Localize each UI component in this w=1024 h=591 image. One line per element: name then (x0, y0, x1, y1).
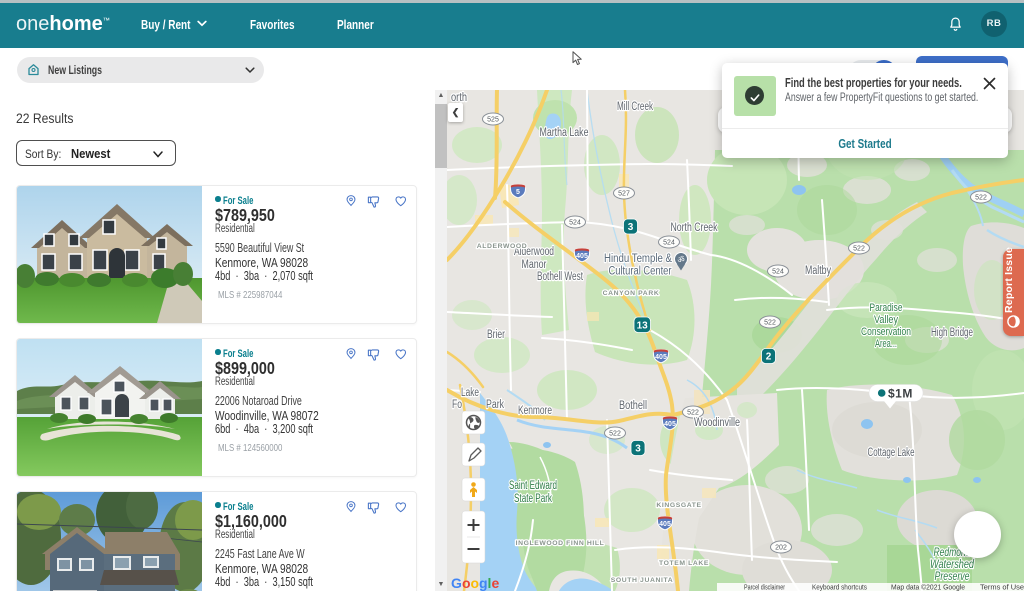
svg-text:Keyboard shortcuts: Keyboard shortcuts (812, 585, 867, 591)
svg-text:Valley: Valley (874, 314, 898, 326)
svg-text:TOTEM LAKE: TOTEM LAKE (659, 560, 709, 567)
svg-text:Hindu Temple &: Hindu Temple & (604, 253, 672, 265)
svg-text:Fo: Fo (452, 399, 462, 411)
svg-text:Cultural Center: Cultural Center (609, 266, 672, 278)
svg-text:Watershed: Watershed (930, 559, 974, 571)
svg-text:Bothell: Bothell (619, 400, 647, 412)
svg-text:Park: Park (486, 399, 504, 411)
svg-text:North Creek: North Creek (671, 222, 718, 234)
svg-text:524: 524 (772, 269, 784, 276)
svg-text:525: 525 (487, 117, 499, 124)
svg-text:Paradise: Paradise (870, 302, 903, 314)
svg-text:Woodinville: Woodinville (694, 417, 740, 429)
svg-text:Maltby: Maltby (805, 265, 831, 277)
svg-text:Mill Creek: Mill Creek (617, 101, 653, 113)
svg-text:KINGSGATE: KINGSGATE (656, 502, 701, 509)
svg-text:524: 524 (569, 220, 581, 227)
svg-text:3: 3 (635, 444, 641, 455)
svg-text:ॐ: ॐ (677, 256, 684, 265)
svg-text:Terms of Use: Terms of Use (980, 585, 1024, 591)
svg-text:Parcel disclaimer: Parcel disclaimer (744, 585, 786, 591)
svg-text:Bothell West: Bothell West (537, 271, 584, 283)
svg-text:522: 522 (975, 195, 987, 202)
svg-text:Area...: Area... (875, 338, 897, 350)
svg-text:3: 3 (628, 222, 634, 233)
svg-text:G: G (451, 575, 462, 591)
svg-text:ALDERWOOD: ALDERWOOD (477, 243, 528, 250)
svg-text:Kenmore: Kenmore (518, 405, 552, 417)
svg-text:522: 522 (609, 431, 621, 438)
svg-text:5: 5 (516, 189, 520, 196)
svg-text:405: 405 (655, 354, 667, 361)
svg-text:405: 405 (664, 421, 676, 428)
svg-text:522: 522 (687, 410, 699, 417)
svg-text:State Park: State Park (514, 493, 552, 505)
svg-text:CANYON PARK: CANYON PARK (603, 290, 660, 297)
svg-text:INGLEWOOD FINN HILL: INGLEWOOD FINN HILL (516, 540, 605, 547)
svg-text:Brier: Brier (487, 329, 505, 341)
svg-text:Lake: Lake (461, 387, 479, 399)
svg-text:202: 202 (775, 545, 787, 552)
svg-text:o: o (471, 575, 480, 591)
svg-text:SOUTH JUANITA: SOUTH JUANITA (611, 577, 673, 584)
svg-text:Martha Lake: Martha Lake (540, 127, 589, 139)
svg-text:Cottage Lake: Cottage Lake (868, 447, 915, 459)
svg-text:522: 522 (764, 320, 776, 327)
svg-text:Map data ©2021 Google: Map data ©2021 Google (891, 584, 965, 591)
svg-text:524: 524 (663, 240, 675, 247)
svg-text:Saint Edward: Saint Edward (509, 480, 557, 492)
svg-text:g: g (479, 575, 488, 591)
svg-text:$1M: $1M (888, 387, 913, 401)
svg-text:High Bridge: High Bridge (931, 327, 973, 339)
svg-text:405: 405 (576, 253, 588, 260)
svg-text:405: 405 (659, 521, 671, 528)
svg-text:527: 527 (618, 191, 630, 198)
svg-text:o: o (462, 575, 471, 591)
svg-text:2: 2 (766, 352, 772, 363)
svg-text:522: 522 (853, 246, 865, 253)
svg-text:13: 13 (637, 321, 649, 332)
svg-text:Manor: Manor (522, 259, 547, 271)
svg-text:Conservation: Conservation (861, 326, 911, 338)
svg-text:Preserve: Preserve (935, 571, 970, 583)
svg-text:e: e (492, 575, 500, 591)
